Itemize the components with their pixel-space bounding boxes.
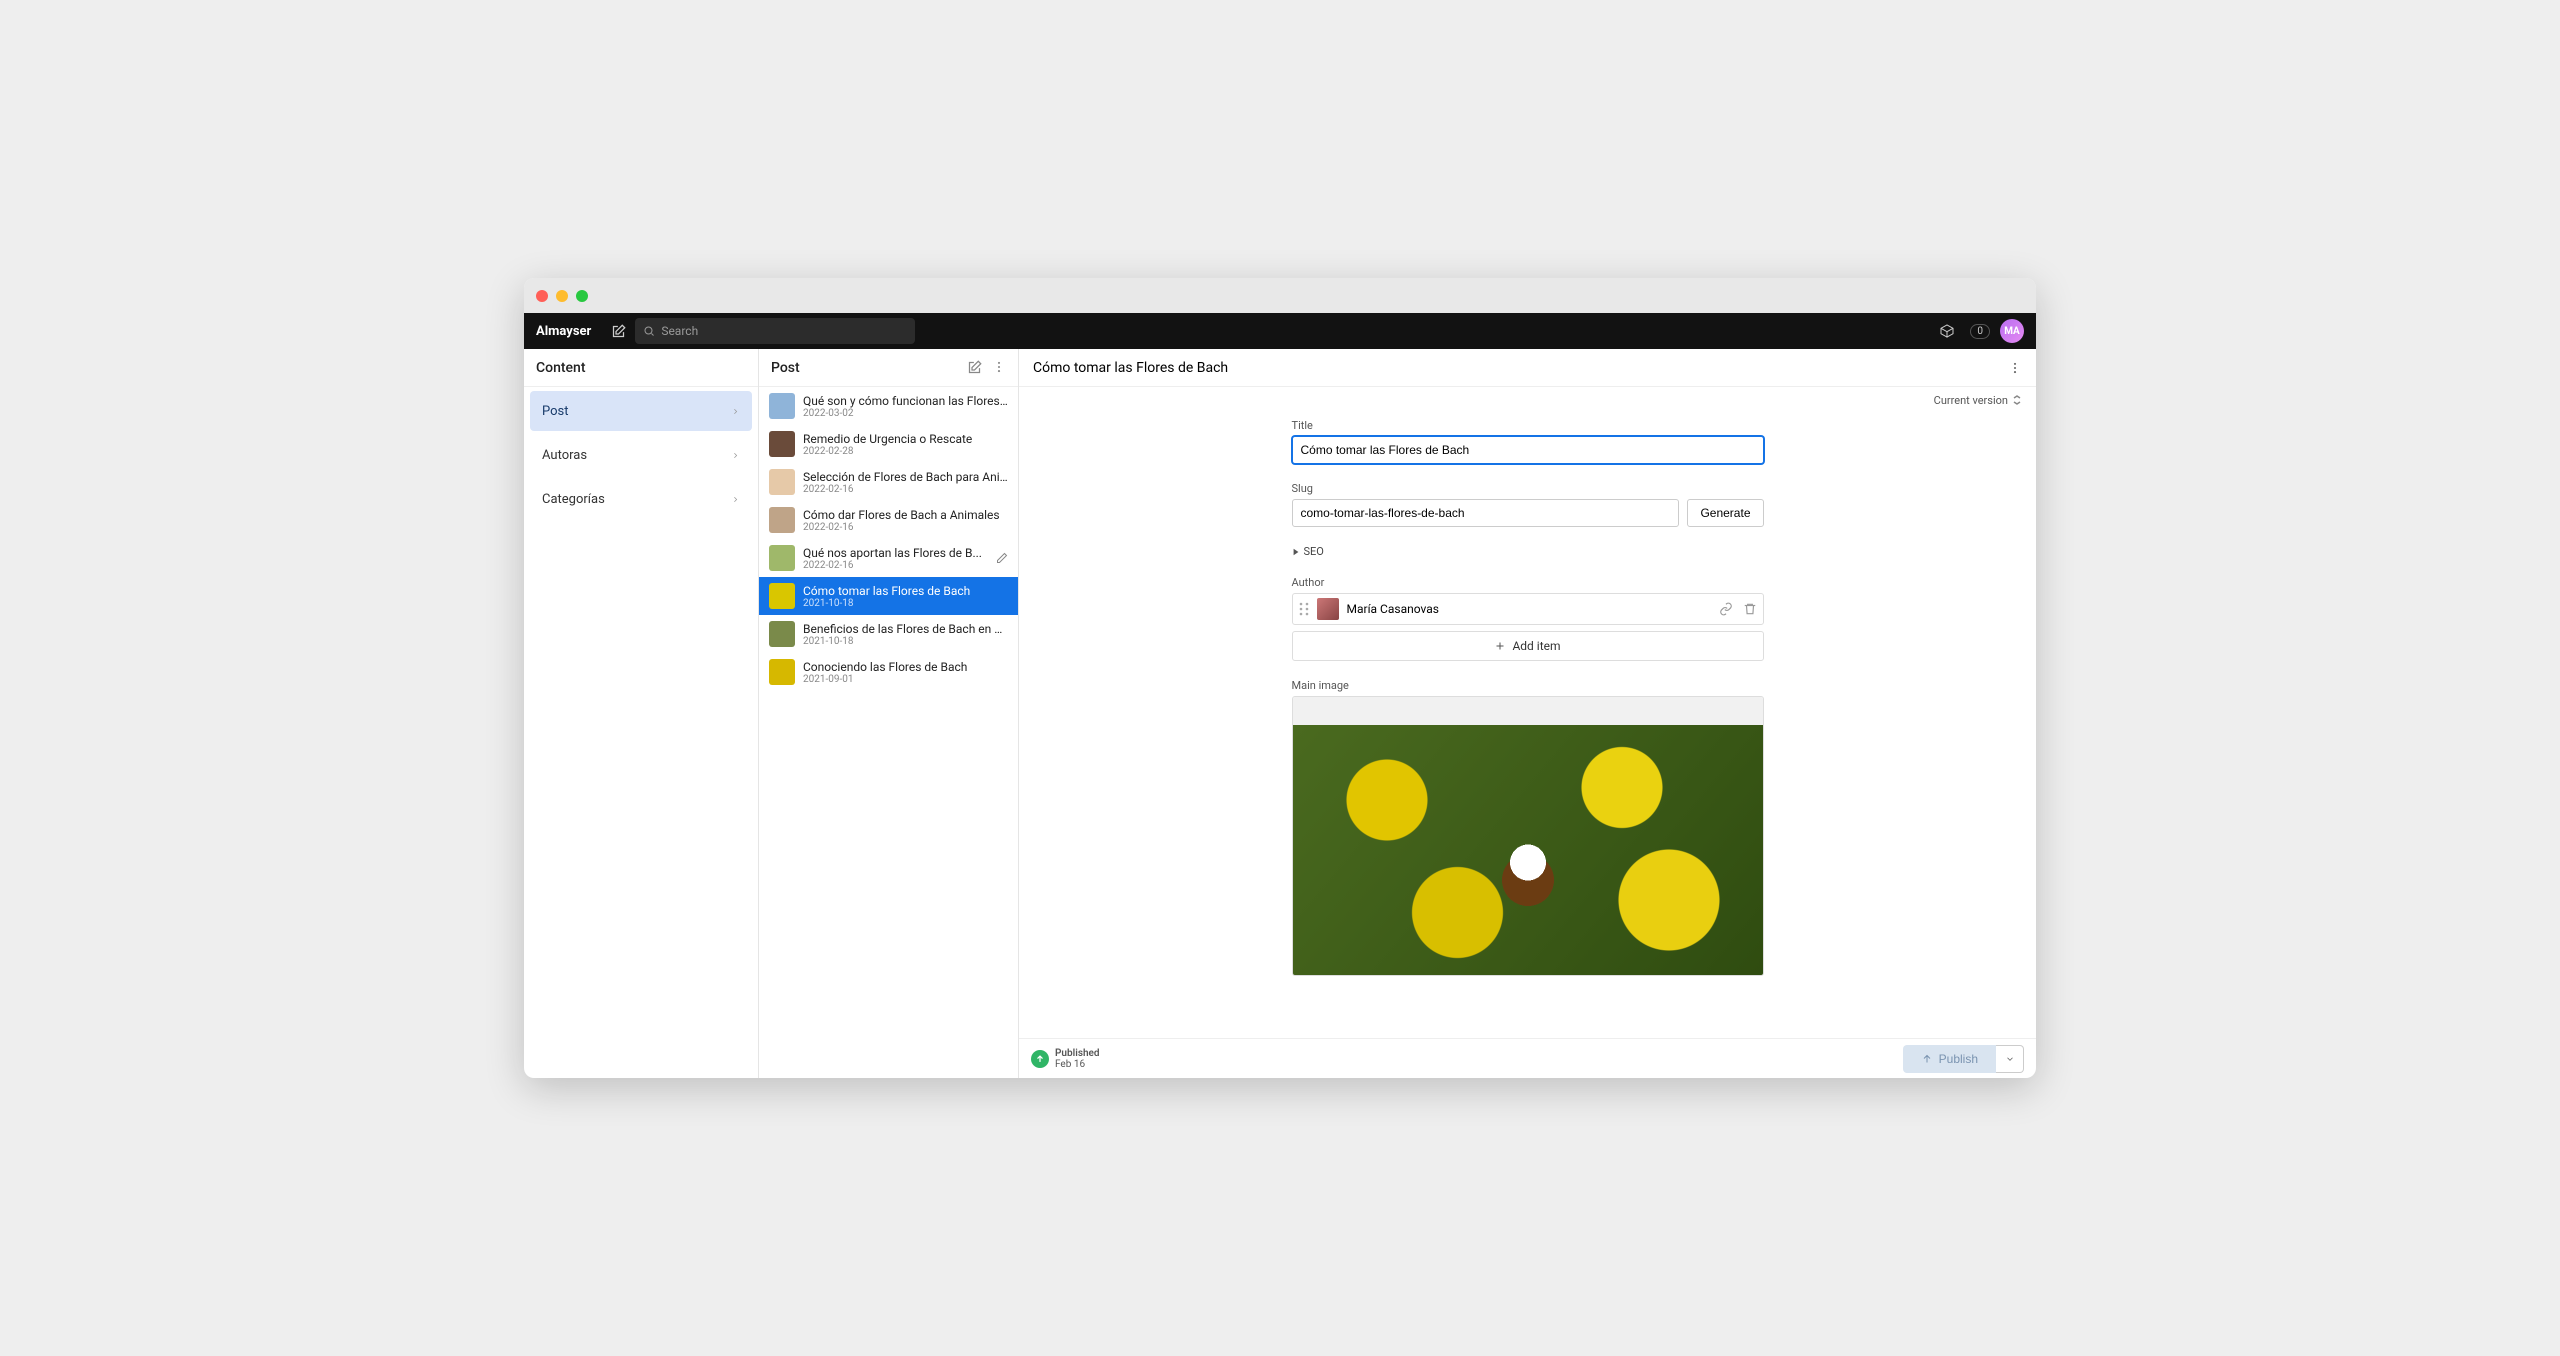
postlist-header: Post [759,349,1018,387]
brand[interactable]: Almayser [536,324,591,339]
chevron-right-icon [731,495,740,504]
trash-icon[interactable] [1743,602,1757,616]
post-date: 2022-02-28 [803,446,1008,457]
slug-input[interactable] [1292,499,1680,527]
post-title: Qué son y cómo funcionan las Flores... [803,394,1008,408]
post-date: 2022-02-16 [803,484,1008,495]
mac-titlebar [524,278,2036,313]
post-date: 2022-02-16 [803,522,1008,533]
slug-label: Slug [1292,482,1764,495]
post-date: 2022-02-16 [803,560,988,571]
maximize-window[interactable] [576,290,588,302]
notification-badge[interactable]: 0 [1970,324,1990,339]
post-thumb [769,431,795,457]
author-item[interactable]: María Casanovas [1292,593,1764,625]
post-item[interactable]: Conociendo las Flores de Bach2021-09-01 [759,653,1018,691]
title-label: Title [1292,419,1764,432]
post-thumb [769,545,795,571]
postlist-more-icon[interactable] [992,360,1006,375]
new-post-icon[interactable] [967,360,982,375]
close-window[interactable] [536,290,548,302]
post-title: Conociendo las Flores de Bach [803,660,1008,674]
version-selector[interactable]: Current version [1019,387,2036,413]
post-thumb [769,583,795,609]
image-toolbar [1293,697,1763,725]
post-item[interactable]: Remedio de Urgencia o Rescate2022-02-28 [759,425,1018,463]
generate-button[interactable]: Generate [1687,499,1763,527]
main-image-label: Main image [1292,679,1764,692]
post-thumb [769,393,795,419]
post-title: Remedio de Urgencia o Rescate [803,432,1008,446]
publish-button[interactable]: Publish [1903,1045,1996,1073]
post-date: 2021-09-01 [803,674,1008,685]
author-thumb [1317,598,1339,620]
editor-pane: Cómo tomar las Flores de Bach Current ve… [1019,349,2036,1078]
post-list-pane: Post Qué son y cómo funcionan las Flores… [759,349,1019,1078]
chevron-right-icon [731,451,740,460]
post-item[interactable]: Beneficios de las Flores de Bach en A...… [759,615,1018,653]
post-title: Cómo dar Flores de Bach a Animales [803,508,1008,522]
add-item-button[interactable]: Add item [1292,631,1764,661]
post-thumb [769,659,795,685]
post-item[interactable]: Cómo tomar las Flores de Bach2021-10-18 [759,577,1018,615]
post-item[interactable]: Qué nos aportan las Flores de B...2022-0… [759,539,1018,577]
post-thumb [769,469,795,495]
seo-expander[interactable]: SEO [1292,545,1764,558]
sidebar: Content PostAutorasCategorías [524,349,759,1078]
post-title: Cómo tomar las Flores de Bach [803,584,1008,598]
doc-header: Cómo tomar las Flores de Bach [1019,349,2036,387]
post-thumb [769,507,795,533]
post-title: Beneficios de las Flores de Bach en A... [803,622,1008,636]
post-thumb [769,621,795,647]
avatar[interactable]: MA [2000,319,2024,343]
doc-footer: Published Feb 16 Publish [1019,1038,2036,1078]
author-name: María Casanovas [1347,602,1439,616]
sidebar-item-categorías[interactable]: Categorías [530,479,752,519]
published-icon [1031,1050,1049,1068]
main-image [1293,725,1763,975]
package-icon[interactable] [1934,318,1960,344]
post-item[interactable]: Selección de Flores de Bach para Ani...2… [759,463,1018,501]
search-placeholder: Search [661,324,698,338]
sidebar-item-post[interactable]: Post [530,391,752,431]
publish-status: Published Feb 16 [1031,1048,1100,1070]
doc-more-icon[interactable] [2008,361,2022,375]
post-date: 2022-03-02 [803,408,1008,419]
chevron-right-icon [731,407,740,416]
post-item[interactable]: Qué son y cómo funcionan las Flores...20… [759,387,1018,425]
post-date: 2021-10-18 [803,598,1008,609]
edit-icon[interactable] [996,552,1008,564]
post-date: 2021-10-18 [803,636,1008,647]
app-header: Almayser Search 0 MA [524,313,2036,349]
title-input[interactable] [1292,436,1764,464]
post-title: Qué nos aportan las Flores de B... [803,546,988,560]
sidebar-item-autoras[interactable]: Autoras [530,435,752,475]
drag-handle-icon[interactable] [1299,602,1309,616]
author-label: Author [1292,576,1764,589]
minimize-window[interactable] [556,290,568,302]
sidebar-header: Content [524,349,758,387]
post-title: Selección de Flores de Bach para Ani... [803,470,1008,484]
compose-icon[interactable] [605,318,631,344]
main-image-box[interactable] [1292,696,1764,976]
link-icon[interactable] [1719,602,1733,616]
publish-dropdown[interactable] [1996,1045,2024,1073]
search-input[interactable]: Search [635,318,915,344]
post-item[interactable]: Cómo dar Flores de Bach a Animales2022-0… [759,501,1018,539]
doc-title: Cómo tomar las Flores de Bach [1033,360,1228,376]
